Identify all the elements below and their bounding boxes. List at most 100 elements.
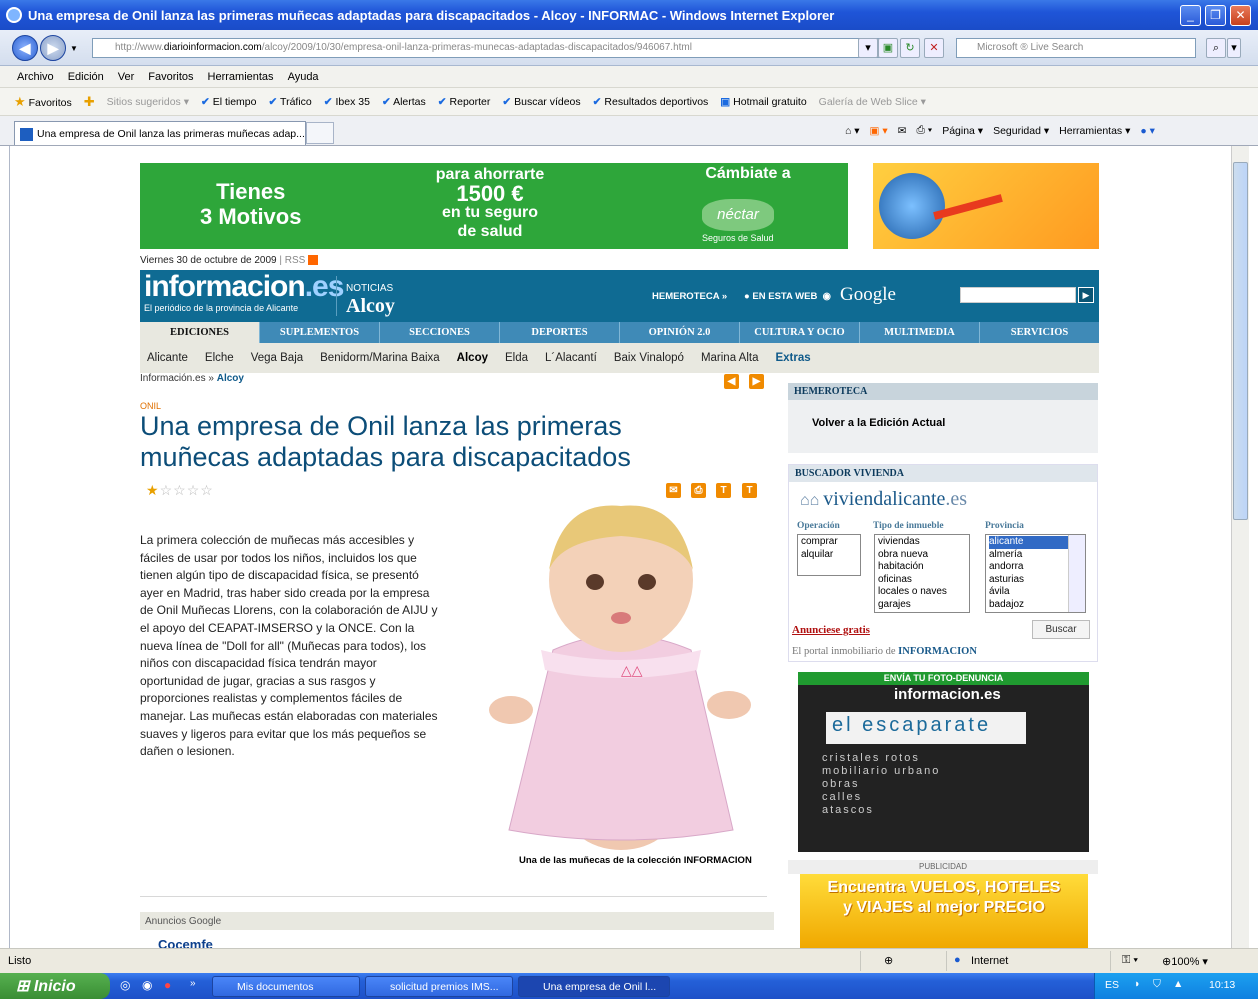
history-dropdown-icon[interactable]: ▼ [70, 44, 78, 53]
address-dropdown-button[interactable]: ▾ [858, 38, 878, 58]
taskbar-una-empresa[interactable]: Una empresa de Onil l... [518, 976, 670, 997]
edition-extras[interactable]: Extras [775, 352, 810, 364]
home-icon[interactable]: ⌂ ▾ [845, 125, 860, 137]
edition-alcoy[interactable]: Alcoy [457, 352, 488, 364]
rss-icon[interactable] [308, 255, 319, 266]
edition-baix-vinalopo[interactable]: Baix Vinalopó [614, 352, 684, 364]
privacy-icon[interactable]: ⊕ [884, 954, 893, 967]
fav-hotmail[interactable]: ▣ Hotmail gratuito [720, 96, 806, 108]
section-suplementos[interactable]: SUPLEMENTOS [260, 322, 380, 343]
quicklaunch-app-icon[interactable]: ● [164, 978, 171, 992]
site-search-input[interactable] [960, 287, 1076, 303]
volver-edicion-link[interactable]: Volver a la Edición Actual [812, 417, 945, 429]
text-smaller-icon[interactable]: T [742, 483, 757, 498]
language-indicator[interactable]: ES [1105, 979, 1119, 991]
edition-elda[interactable]: Elda [505, 352, 528, 364]
option-tipo[interactable]: locales o naves [878, 586, 966, 599]
edition-vega-baja[interactable]: Vega Baja [251, 352, 303, 364]
fav-web-slice[interactable]: Galería de Web Slice ▾ [819, 96, 926, 108]
menu-edicion[interactable]: Edición [68, 71, 104, 83]
favorites-button[interactable]: ★ Favoritos [14, 94, 72, 110]
option-tipo[interactable]: oficinas [878, 574, 966, 587]
text-larger-icon[interactable]: T [716, 483, 731, 498]
maximize-button[interactable]: ❐ [1205, 5, 1226, 26]
anunciese-gratis-link[interactable]: Anunciese gratis [792, 624, 870, 636]
feeds-icon[interactable]: ▣ ▾ [870, 125, 888, 137]
foto-denuncia-banner[interactable]: ENVÍA TU FOTO-DENUNCIA informacion.es el… [798, 672, 1089, 852]
section-multimedia[interactable]: MULTIMEDIA [860, 322, 980, 343]
quicklaunch-ie-icon[interactable]: ◎ [120, 978, 130, 992]
star-icon[interactable]: ☆ [200, 482, 214, 498]
menu-herramientas[interactable]: Herramientas [208, 71, 274, 83]
print-icon[interactable]: ⎙ [691, 483, 706, 498]
tray-network-icon[interactable]: ◑ [1133, 978, 1139, 990]
star-icon[interactable]: ★ [146, 482, 160, 498]
edition-alacanti[interactable]: L´Alacantí [545, 352, 597, 364]
section-secciones[interactable]: SECCIONES [380, 322, 500, 343]
taskbar-solicitud[interactable]: solicitud premios IMS... [365, 976, 513, 997]
fav-buscar-videos[interactable]: ✔ Buscar vídeos [502, 96, 580, 108]
quicklaunch-firefox-icon[interactable]: ◉ [142, 978, 152, 992]
edition-elche[interactable]: Elche [205, 352, 234, 364]
address-input[interactable]: http://www.diarioinformacion.com/alcoy/2… [92, 38, 896, 58]
menu-ver[interactable]: Ver [118, 71, 135, 83]
hemeroteca-link[interactable]: HEMEROTECA » [652, 291, 727, 302]
tools-menu[interactable]: Herramientas ▾ [1059, 125, 1130, 137]
section-opinion[interactable]: OPINIÓN 2.0 [620, 322, 740, 343]
search-button[interactable]: ⌕ [1206, 38, 1226, 58]
section-deportes[interactable]: DEPORTES [500, 322, 620, 343]
next-article-button[interactable]: ▶ [749, 374, 764, 389]
operacion-select[interactable]: comprar alquilar [797, 534, 861, 576]
travel-deals-ad[interactable]: Encuentra VUELOS, HOTELES y VIAJES al me… [800, 874, 1088, 948]
tray-app-icon[interactable]: ▲ [1173, 978, 1183, 990]
refresh-button[interactable]: ↻ [900, 38, 920, 58]
section-servicios[interactable]: SERVICIOS [980, 322, 1099, 343]
window-title-bar[interactable]: Una empresa de Onil lanza las primeras m… [0, 0, 1258, 30]
section-cultura[interactable]: CULTURA Y OCIO [740, 322, 860, 343]
forward-button[interactable]: ▶ [40, 35, 66, 61]
fav-reporter[interactable]: ✔ Reporter [438, 96, 491, 108]
city-title[interactable]: Alcoy [346, 295, 395, 318]
menu-favoritos[interactable]: Favoritos [148, 71, 193, 83]
option-alquilar[interactable]: alquilar [801, 549, 857, 562]
menu-ayuda[interactable]: Ayuda [288, 71, 319, 83]
tipo-select[interactable]: viviendas obra nueva habitación oficinas… [874, 534, 970, 613]
option-tipo[interactable]: obra nueva [878, 549, 966, 562]
scrollbar-thumb[interactable] [1233, 162, 1248, 520]
option-tipo[interactable]: habitación [878, 561, 966, 574]
prev-article-button[interactable]: ◀ [724, 374, 739, 389]
stop-button[interactable]: ✕ [924, 38, 944, 58]
rating-stars[interactable]: ★☆☆☆☆ [146, 482, 214, 499]
compatibility-icon[interactable]: ▣ [878, 38, 898, 58]
add-favorite-icon[interactable]: ✚ [84, 94, 95, 110]
breadcrumb-root[interactable]: Información.es [140, 373, 206, 384]
mail-icon[interactable]: ✉ [898, 125, 907, 137]
taskbar-mis-documentos[interactable]: Mis documentos [212, 976, 360, 997]
site-logo[interactable]: informacion.es [144, 270, 344, 304]
protected-mode-icon[interactable]: ⚿ ▾ [1122, 954, 1138, 967]
zoom-level[interactable]: ⊕100% ▾ [1162, 955, 1208, 968]
search-options-button[interactable]: ▾ [1227, 38, 1241, 58]
quicklaunch-more-icon[interactable]: » [190, 978, 196, 989]
fav-alertas[interactable]: ✔ Alertas [382, 96, 426, 108]
fav-trafico[interactable]: ✔ Tráfico [269, 96, 312, 108]
fav-ibex[interactable]: ✔ Ibex 35 [324, 96, 370, 108]
star-icon[interactable]: ☆ [187, 482, 201, 498]
minimize-button[interactable]: _ [1180, 5, 1201, 26]
star-icon[interactable]: ☆ [173, 482, 187, 498]
live-search-input[interactable]: Microsoft ® Live Search [956, 38, 1196, 58]
travel-ad-image[interactable] [873, 163, 1099, 249]
security-menu[interactable]: Seguridad ▾ [993, 125, 1049, 137]
back-button[interactable]: ◀ [12, 35, 38, 61]
fav-resultados[interactable]: ✔ Resultados deportivos [593, 96, 709, 108]
section-ediciones[interactable]: EDICIONES [140, 322, 260, 343]
fav-el-tiempo[interactable]: ✔ El tiempo [201, 96, 257, 108]
edition-alicante[interactable]: Alicante [147, 352, 188, 364]
tray-shield-icon[interactable]: ⛉ [1153, 978, 1161, 991]
site-search-button[interactable]: ▶ [1078, 287, 1094, 303]
vertical-scrollbar[interactable] [1231, 146, 1249, 948]
tab-active[interactable]: Una empresa de Onil lanza las primeras m… [14, 121, 306, 145]
search-scope-radio[interactable]: ● EN ESTA WEB ◉ [744, 291, 831, 302]
option-tipo[interactable]: viviendas [878, 536, 966, 549]
option-comprar[interactable]: comprar [801, 536, 857, 549]
